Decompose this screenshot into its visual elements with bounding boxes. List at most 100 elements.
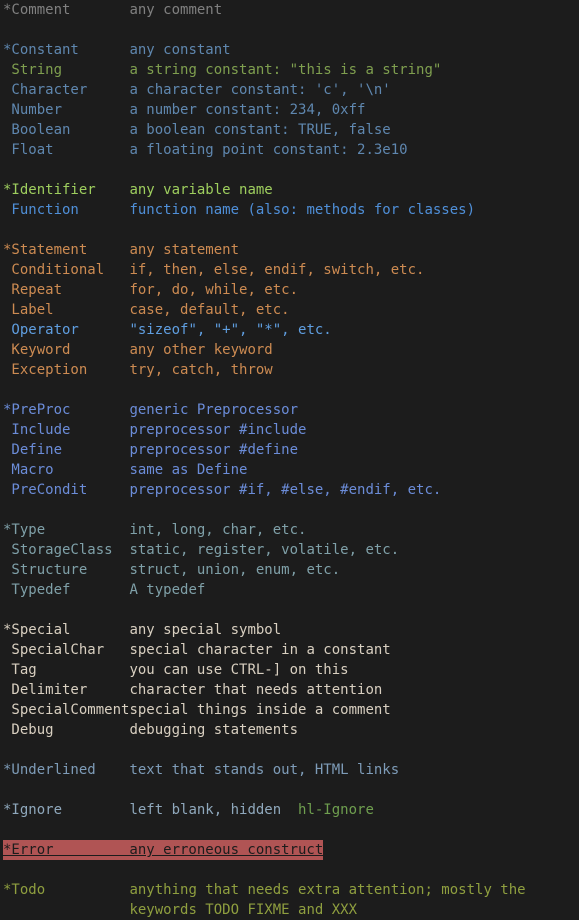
- group-name: Exception: [3, 362, 130, 378]
- highlight-group-row: PreCondit preprocessor #if, #else, #endi…: [0, 480, 579, 500]
- group-description: any variable name: [129, 182, 273, 198]
- group-name: *Underlined: [3, 762, 130, 778]
- highlight-group-row-primary: *Constant any constant: [0, 40, 579, 60]
- highlight-group-row: keywords TODO FIXME and XXX: [0, 900, 579, 920]
- group-description: a character constant: 'c', '\n': [129, 82, 391, 98]
- group-description: left blank, hidden: [129, 802, 282, 818]
- group-description: A typedef: [129, 582, 206, 598]
- group-name: Define: [3, 442, 130, 458]
- group-description: int, long, char, etc.: [129, 522, 307, 538]
- highlight-group-row-primary: *Special any special symbol: [0, 620, 579, 640]
- group-name: Repeat: [3, 282, 130, 298]
- highlight-group-row: SpecialChar special character in a const…: [0, 640, 579, 660]
- group-description: static, register, volatile, etc.: [129, 542, 400, 558]
- group-description: function name (also: methods for classes…: [129, 202, 476, 218]
- group-description: a number constant: 234, 0xff: [129, 102, 366, 118]
- highlight-group-row: Operator "sizeof", "+", "*", etc.: [0, 320, 579, 340]
- group-name: SpecialComment: [3, 702, 130, 718]
- group-name: Debug: [3, 722, 130, 738]
- highlight-group-row-primary: *Comment any comment: [0, 0, 579, 20]
- group-description: try, catch, throw: [129, 362, 273, 378]
- group-description: any other keyword: [129, 342, 273, 358]
- highlight-group-row: Conditional if, then, else, endif, switc…: [0, 260, 579, 280]
- group-description: any constant: [129, 42, 231, 58]
- group-name: *Comment: [3, 2, 130, 18]
- group-name: Float: [3, 142, 130, 158]
- group-name: Boolean: [3, 122, 130, 138]
- highlight-group-row: Repeat for, do, while, etc.: [0, 280, 579, 300]
- group-name: *Special: [3, 622, 130, 638]
- group-name: PreCondit: [3, 482, 130, 498]
- group-name: *Constant: [3, 42, 130, 58]
- group-description: special character in a constant: [129, 642, 391, 658]
- highlight-group-row: Float a floating point constant: 2.3e10: [0, 140, 579, 160]
- group-description: special things inside a comment: [129, 702, 391, 718]
- group-name: Label: [3, 302, 130, 318]
- terminal-screen[interactable]: *Comment any comment *Constant any const…: [0, 0, 579, 918]
- highlight-group-row: Macro same as Define: [0, 460, 579, 480]
- group-name: Keyword: [3, 342, 130, 358]
- group-name: StorageClass: [3, 542, 130, 558]
- group-description: for, do, while, etc.: [129, 282, 299, 298]
- group-name: Character: [3, 82, 130, 98]
- highlight-group-row-primary: *Underlined text that stands out, HTML l…: [0, 760, 579, 780]
- highlight-group-row-primary: *PreProc generic Preprocessor: [0, 400, 579, 420]
- highlight-group-row-primary: *Error any erroneous construct: [0, 840, 579, 860]
- highlight-group-row: Function function name (also: methods fo…: [0, 200, 579, 220]
- group-name: Tag: [3, 662, 130, 678]
- group-name: Macro: [3, 462, 130, 478]
- group-description: a boolean constant: TRUE, false: [129, 122, 391, 138]
- group-name: *Ignore: [3, 802, 130, 818]
- group-description: keywords TODO FIXME and XXX: [129, 902, 358, 918]
- group-name: *PreProc: [3, 402, 130, 418]
- highlight-group-row-primary: *Statement any statement: [0, 240, 579, 260]
- highlight-group-row: StorageClass static, register, volatile,…: [0, 540, 579, 560]
- highlight-group-row-primary: *Identifier any variable name: [0, 180, 579, 200]
- group-description: preprocessor #include: [129, 422, 307, 438]
- highlight-group-row: Label case, default, etc.: [0, 300, 579, 320]
- group-description: "sizeof", "+", "*", etc.: [129, 322, 332, 338]
- group-name: Structure: [3, 562, 130, 578]
- group-name: Operator: [3, 322, 130, 338]
- group-description: if, then, else, endif, switch, etc.: [129, 262, 425, 278]
- group-description: preprocessor #define: [129, 442, 299, 458]
- group-name: *Todo: [3, 882, 130, 898]
- highlight-group-row: Boolean a boolean constant: TRUE, false: [0, 120, 579, 140]
- highlight-group-row: Include preprocessor #include: [0, 420, 579, 440]
- group-description: anything that needs extra attention; mos…: [129, 882, 526, 898]
- group-description: generic Preprocessor: [129, 402, 299, 418]
- highlight-group-row: Tag you can use CTRL-] on this: [0, 660, 579, 680]
- group-name: Conditional: [3, 262, 130, 278]
- highlight-group-row: Debug debugging statements: [0, 720, 579, 740]
- highlight-group-row: Exception try, catch, throw: [0, 360, 579, 380]
- group-description: any comment: [129, 2, 223, 18]
- group-name: Typedef: [3, 582, 130, 598]
- highlight-group-row-primary: *Ignore left blank, hidden hl-Ignore: [0, 800, 579, 820]
- group-description: a floating point constant: 2.3e10: [129, 142, 408, 158]
- error-highlight-row: *Error any erroneous construct: [3, 840, 324, 860]
- group-name: String: [3, 62, 130, 78]
- highlight-group-row: Typedef A typedef: [0, 580, 579, 600]
- group-description: case, default, etc.: [129, 302, 290, 318]
- group-description: any statement: [129, 242, 240, 258]
- highlight-group-row: Delimiter character that needs attention: [0, 680, 579, 700]
- group-description: you can use CTRL-] on this: [129, 662, 349, 678]
- group-description: preprocessor #if, #else, #endif, etc.: [129, 482, 442, 498]
- group-name: Include: [3, 422, 130, 438]
- group-name: Number: [3, 102, 130, 118]
- group-name: Function: [3, 202, 130, 218]
- group-description: a string constant: "this is a string": [129, 62, 442, 78]
- highlight-group-row: Structure struct, union, enum, etc.: [0, 560, 579, 580]
- group-name: SpecialChar: [3, 642, 130, 658]
- highlight-group-row-primary: *Todo anything that needs extra attentio…: [0, 880, 579, 900]
- group-extra-tag: hl-Ignore: [298, 802, 374, 818]
